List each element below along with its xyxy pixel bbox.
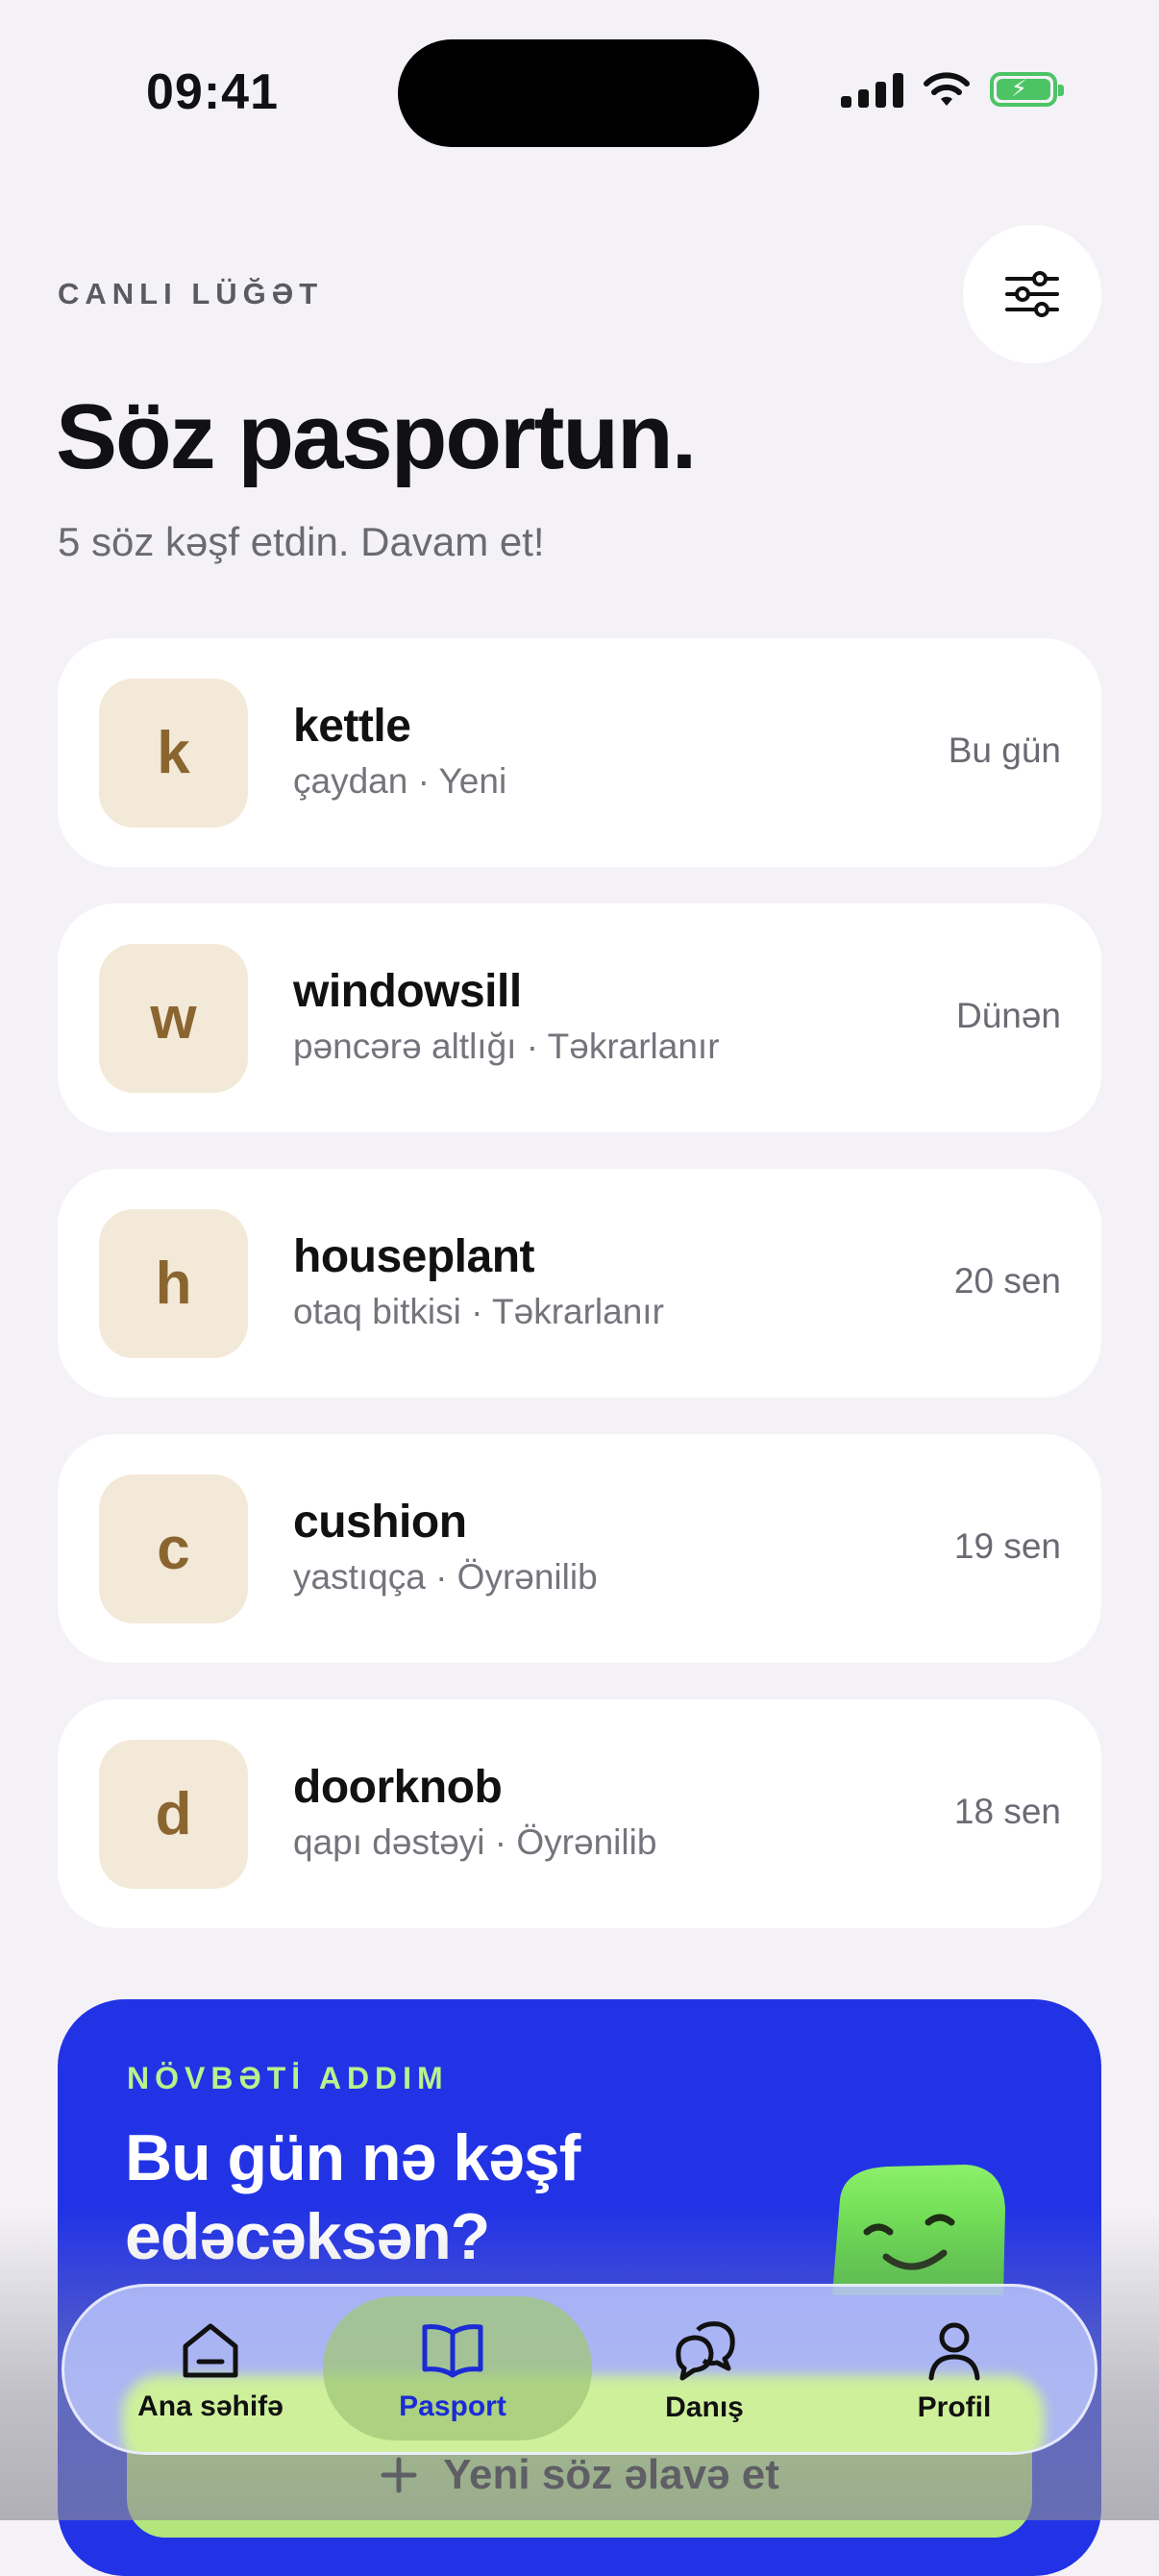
tab-passport[interactable]: Pasport (323, 2287, 592, 2452)
word-title: cushion (293, 1497, 467, 1548)
cellular-signal-icon (841, 71, 903, 108)
next-step-overline: NÖVBƏTİ ADDIM (127, 2061, 449, 2095)
word-meta: pəncərə altlığı · Təkrarlanır (293, 1027, 720, 1066)
home-icon (183, 2323, 238, 2378)
mascot-icon (832, 2165, 1005, 2295)
tab-label: Danış (665, 2391, 744, 2423)
word-meta: otaq bitkisi · Təkrarlanır (293, 1292, 664, 1331)
section-overline: CANLI LÜĞƏT (58, 277, 324, 310)
battery-icon: ⚡ (990, 72, 1064, 107)
letter-tile: c (99, 1474, 248, 1623)
letter-tile: d (99, 1740, 248, 1889)
status-icons: ⚡ (841, 71, 1064, 108)
word-date: Bu gün (948, 731, 1061, 770)
page-subtitle: 5 söz kəşf etdin. Davam et! (58, 519, 545, 564)
wifi-icon (924, 72, 970, 106)
tab-label: Ana səhifə (137, 2390, 284, 2422)
word-date: 18 sen (953, 1792, 1061, 1831)
word-list: k kettle çaydan · Yeni Bu gün w windowsi… (58, 638, 1101, 1965)
letter-tile: w (99, 944, 248, 1093)
word-meta: qapı dəstəyi · Öyrənilib (293, 1822, 657, 1862)
word-card-windowsill[interactable]: w windowsill pəncərə altlığı · Təkrarlan… (58, 904, 1101, 1132)
tab-profile[interactable]: Profil (839, 2287, 1070, 2452)
tab-label: Profil (917, 2391, 992, 2423)
letter-tile: h (99, 1209, 248, 1358)
word-card-houseplant[interactable]: h houseplant otaq bitkisi · Təkrarlanır … (58, 1169, 1101, 1398)
letter-tile: k (99, 679, 248, 828)
filter-button[interactable] (963, 225, 1101, 363)
word-date: 19 sen (953, 1526, 1061, 1566)
plus-icon (381, 2457, 417, 2493)
book-icon (422, 2324, 483, 2378)
word-date: 20 sen (953, 1261, 1061, 1300)
sliders-icon (1005, 271, 1059, 317)
word-date: Dünən (955, 996, 1061, 1035)
next-step-title: Bu gün nə kəşf edəcəksən? (125, 2121, 580, 2273)
tab-speak[interactable]: Danış (589, 2287, 820, 2452)
word-card-doorknob[interactable]: d doorknob qapı dəstəyi · Öyrənilib 18 s… (58, 1699, 1101, 1928)
add-word-label: Yeni söz əlavə et (443, 2451, 779, 2498)
dynamic-island (398, 39, 759, 147)
word-title: doorknob (293, 1762, 503, 1813)
word-card-cushion[interactable]: c cushion yastıqça · Öyrənilib 19 sen (58, 1434, 1101, 1663)
profile-icon (928, 2322, 980, 2381)
chat-icon (676, 2321, 735, 2381)
word-meta: yastıqça · Öyrənilib (293, 1557, 598, 1597)
word-title: houseplant (293, 1231, 535, 1282)
tab-bar: Ana səhifə Pasport Danış Profil (62, 2284, 1097, 2455)
page-title: Söz pasportun. (56, 385, 697, 488)
word-title: kettle (293, 701, 411, 752)
status-time: 09:41 (146, 64, 279, 120)
tab-label: Pasport (399, 2390, 506, 2422)
word-meta: çaydan · Yeni (293, 761, 507, 801)
tab-home[interactable]: Ana səhifə (95, 2287, 326, 2452)
word-card-kettle[interactable]: k kettle çaydan · Yeni Bu gün (58, 638, 1101, 867)
word-title: windowsill (293, 966, 522, 1017)
